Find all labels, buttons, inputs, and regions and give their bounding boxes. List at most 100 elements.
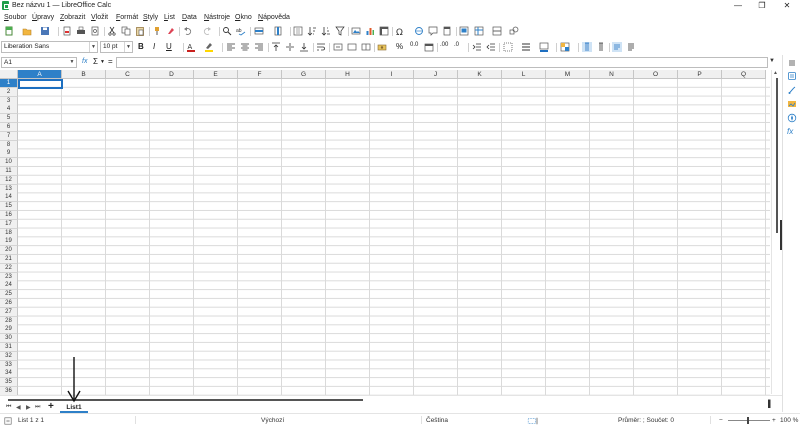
cell-area[interactable]: [18, 79, 770, 395]
new-document-icon[interactable]: [4, 26, 14, 36]
row-header[interactable]: 14: [0, 193, 18, 203]
column-header[interactable]: M: [546, 70, 590, 79]
show-draw-functions-icon[interactable]: [509, 26, 519, 36]
border-color-icon[interactable]: [539, 42, 549, 52]
row-header[interactable]: 27: [0, 307, 18, 317]
chevron-down-icon[interactable]: ▼: [68, 58, 76, 67]
chart-icon[interactable]: [365, 26, 375, 36]
decrease-indent-icon[interactable]: [486, 42, 496, 52]
split-window-icon[interactable]: [492, 26, 502, 36]
row-header[interactable]: 30: [0, 334, 18, 344]
text-direction-ltr-icon[interactable]: [582, 42, 592, 52]
column-header[interactable]: C: [106, 70, 150, 79]
menu-window[interactable]: Okno: [235, 14, 252, 21]
row-header[interactable]: 22: [0, 263, 18, 273]
zoom-level[interactable]: 100 %: [780, 417, 798, 424]
font-size-select[interactable]: 10 pt ▼: [100, 41, 133, 53]
language[interactable]: Čeština: [426, 417, 448, 424]
row-header[interactable]: 34: [0, 369, 18, 379]
row-header[interactable]: 8: [0, 140, 18, 150]
conditional-format-icon[interactable]: [560, 42, 570, 52]
column-header[interactable]: F: [238, 70, 282, 79]
functions-icon[interactable]: fx: [787, 127, 797, 137]
name-box[interactable]: A1 ▼: [1, 57, 77, 68]
first-sheet-icon[interactable]: ⏮: [6, 404, 11, 411]
row-header[interactable]: 1: [0, 79, 18, 88]
align-top-icon[interactable]: [271, 42, 281, 52]
row-header[interactable]: 6: [0, 123, 18, 132]
formula-input[interactable]: [116, 57, 768, 68]
close-button[interactable]: ✕: [775, 0, 799, 12]
text-top-to-bottom-icon[interactable]: [626, 42, 636, 52]
image-icon[interactable]: [351, 26, 361, 36]
column-header[interactable]: D: [150, 70, 194, 79]
row-header[interactable]: 23: [0, 272, 18, 282]
expand-formula-bar-button[interactable]: ▼: [769, 58, 775, 64]
align-center-icon[interactable]: [240, 42, 250, 52]
header-footer-icon[interactable]: [442, 26, 452, 36]
row-header[interactable]: 17: [0, 219, 18, 229]
redo-icon[interactable]: [202, 26, 212, 36]
menu-edit[interactable]: Úpravy: [32, 14, 54, 21]
cut-icon[interactable]: [107, 26, 117, 36]
gallery-icon[interactable]: [787, 99, 797, 109]
currency-format-icon[interactable]: [377, 42, 387, 52]
define-print-area-icon[interactable]: [459, 26, 469, 36]
add-decimal-icon[interactable]: .00: [440, 42, 450, 52]
align-right-icon[interactable]: [254, 42, 264, 52]
menu-tools[interactable]: Nástroje: [204, 14, 230, 21]
page-style[interactable]: Výchozí: [261, 417, 284, 424]
row-header[interactable]: 4: [0, 105, 18, 115]
row-header[interactable]: 36: [0, 387, 18, 395]
date-format-icon[interactable]: [424, 42, 434, 52]
sheet-tab[interactable]: List1: [60, 403, 88, 413]
row-header[interactable]: 2: [0, 87, 18, 97]
find-replace-icon[interactable]: [222, 26, 232, 36]
clear-formatting-icon[interactable]: [166, 26, 176, 36]
paste-icon[interactable]: [135, 26, 145, 36]
hyperlink-icon[interactable]: [414, 26, 424, 36]
menu-view[interactable]: Zobrazit: [60, 14, 85, 21]
font-color-icon[interactable]: A: [186, 42, 196, 52]
add-sheet-button[interactable]: +: [48, 402, 54, 412]
border-style-icon[interactable]: [521, 42, 531, 52]
row-header[interactable]: 25: [0, 290, 18, 300]
sort-ascending-icon[interactable]: [307, 26, 317, 36]
last-sheet-icon[interactable]: ⏭: [35, 404, 40, 411]
borders-icon[interactable]: [503, 42, 513, 52]
row-header[interactable]: 21: [0, 255, 18, 264]
underline-button[interactable]: U: [166, 42, 176, 52]
row-header[interactable]: 19: [0, 237, 18, 247]
properties-icon[interactable]: [787, 71, 797, 81]
row-header[interactable]: 7: [0, 131, 18, 141]
open-icon[interactable]: [22, 26, 32, 36]
row-header[interactable]: 5: [0, 114, 18, 124]
merge-cells-icon[interactable]: [347, 42, 357, 52]
spreadsheet-grid[interactable]: ABCDEFGHIJKLMNOPQ 1 2 3 4 5 6 7 8 9 10 11 12 13 14 15 1…: [0, 70, 782, 395]
wrap-text-icon[interactable]: [316, 42, 326, 52]
chevron-down-icon[interactable]: ▼: [124, 42, 132, 52]
row-header[interactable]: 13: [0, 184, 18, 194]
row-header[interactable]: 10: [0, 158, 18, 168]
function-wizard-icon[interactable]: fx: [82, 58, 87, 65]
row-header[interactable]: 35: [0, 378, 18, 388]
menu-sheet[interactable]: List: [164, 14, 175, 21]
maximize-button[interactable]: ❐: [750, 0, 774, 12]
zoom-slider-thumb[interactable]: [747, 417, 749, 424]
menu-file[interactable]: Soubor: [4, 14, 27, 21]
row-header[interactable]: 11: [0, 167, 18, 176]
sidebar-menu-icon[interactable]: [787, 58, 797, 68]
styles-icon[interactable]: [787, 85, 797, 95]
chevron-down-icon[interactable]: ▼: [89, 42, 97, 52]
column-icon[interactable]: [273, 26, 283, 36]
row-header[interactable]: 29: [0, 325, 18, 335]
pivot-table-icon[interactable]: [379, 26, 389, 36]
row-header[interactable]: 16: [0, 211, 18, 220]
column-header[interactable]: I: [370, 70, 414, 79]
column-header[interactable]: E: [194, 70, 238, 79]
zoom-out-button[interactable]: −: [719, 417, 723, 424]
active-cell-cursor[interactable]: [18, 79, 63, 89]
row-header[interactable]: 9: [0, 149, 18, 159]
print-icon[interactable]: [76, 26, 86, 36]
merge-center-icon[interactable]: [333, 42, 343, 52]
